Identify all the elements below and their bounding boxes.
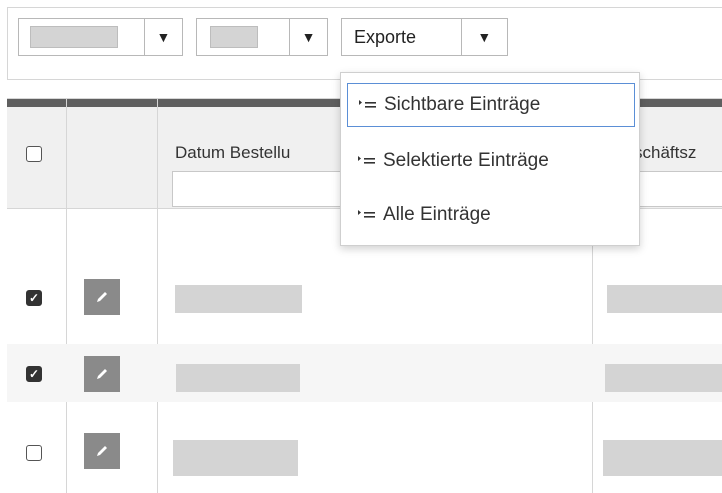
check-icon: ✓	[28, 291, 40, 305]
row-checkbox[interactable]: ✓	[26, 366, 42, 382]
exporte-split-button[interactable]: Exporte ▼	[341, 18, 508, 56]
menu-item-alle-eintraege[interactable]: Alle Einträge	[347, 193, 635, 237]
column-header-geschaeftszeichen[interactable]: schäftsz	[634, 143, 696, 163]
menu-item-label: Selektierte Einträge	[383, 150, 549, 171]
caret-down-icon[interactable]: ▼	[288, 19, 327, 55]
cell-placeholder	[176, 364, 300, 392]
toolbar: ▼ ▼ Exporte ▼	[0, 0, 722, 80]
view-select-2-value[interactable]	[197, 19, 289, 55]
menu-item-selektierte-eintraege[interactable]: Selektierte Einträge	[347, 139, 635, 183]
edit-button[interactable]	[84, 279, 120, 315]
cell-placeholder	[173, 440, 298, 476]
cell-placeholder	[175, 285, 302, 313]
column-header-datum[interactable]: Datum Bestellu	[175, 143, 290, 163]
placeholder-value	[30, 26, 118, 48]
list-arrow-icon	[359, 100, 376, 108]
pencil-icon	[97, 292, 107, 302]
row-checkbox[interactable]: ✓	[26, 290, 42, 306]
exporte-button[interactable]: Exporte	[342, 19, 461, 55]
cell-placeholder	[603, 440, 722, 476]
pencil-icon	[97, 369, 107, 379]
edit-button[interactable]	[84, 356, 120, 392]
edit-button[interactable]	[84, 433, 120, 469]
list-arrow-icon	[358, 156, 375, 164]
list-arrow-icon	[358, 210, 375, 218]
menu-item-sichtbare-eintraege[interactable]: Sichtbare Einträge	[347, 83, 635, 127]
exporte-label: Exporte	[354, 26, 417, 47]
check-icon: ✓	[28, 367, 40, 381]
caret-down-icon[interactable]: ▼	[143, 19, 182, 55]
view-select-1[interactable]: ▼	[18, 18, 183, 56]
row-checkbox[interactable]	[26, 445, 42, 461]
pencil-icon	[97, 446, 107, 456]
placeholder-value	[210, 26, 258, 48]
view-select-2[interactable]: ▼	[196, 18, 328, 56]
menu-item-label: Sichtbare Einträge	[384, 94, 541, 115]
menu-item-label: Alle Einträge	[383, 204, 491, 225]
caret-down-icon[interactable]: ▼	[460, 19, 507, 55]
cell-placeholder	[607, 285, 722, 313]
view-select-1-value[interactable]	[19, 19, 144, 55]
export-dropdown-menu: Sichtbare Einträge Selektierte Einträge …	[340, 72, 640, 246]
select-all-checkbox[interactable]	[26, 146, 42, 162]
cell-placeholder	[605, 364, 722, 392]
